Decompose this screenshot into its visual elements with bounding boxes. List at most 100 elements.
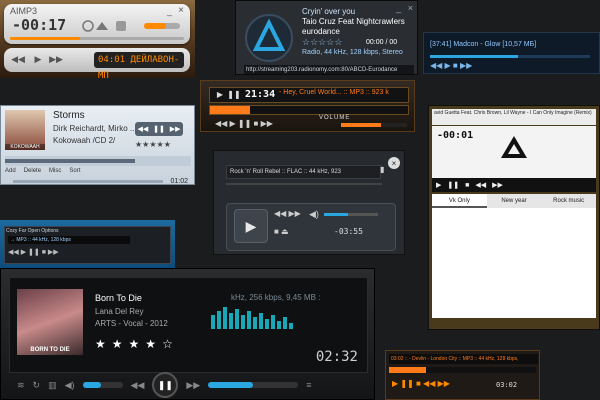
time-display: -00:17: [12, 16, 67, 34]
time-display: 02:32: [315, 349, 358, 365]
transport-controls[interactable]: ◀◀ ▶ ■ ▶▶: [430, 61, 472, 70]
aimp-large-dark-player: BORN TO DIE Born To Die Lana Del Rey ART…: [0, 268, 375, 400]
prev-next-controls[interactable]: ◀◀ ▶▶: [274, 209, 301, 218]
time-readout: 00:00 / 00: [366, 39, 398, 46]
tab-rock-music[interactable]: Rock music: [541, 194, 596, 208]
time-display: 21:34: [245, 89, 276, 100]
transport-controls[interactable]: ▶ ❚❚ ■ ◀◀ ▶▶: [432, 178, 596, 192]
equalizer-icon[interactable]: ▥: [48, 380, 57, 391]
wifi-icon[interactable]: ≋: [17, 380, 25, 391]
close-icon[interactable]: ×: [388, 157, 400, 169]
rating-stars[interactable]: ☆☆☆☆☆: [302, 37, 342, 48]
pause-button: ❚❚: [153, 126, 165, 133]
seek-bar[interactable]: [226, 183, 382, 185]
volume-bar[interactable]: [341, 123, 407, 127]
aimp-light-player: KOKOWAAH Storms Dirk Reichardt, Mirko ..…: [0, 105, 195, 185]
volume-bar[interactable]: [82, 382, 123, 388]
transport-controls[interactable]: ◀◀ ▶ ❚❚ ■ ▶▶: [215, 119, 273, 128]
window-header: avid Guetta Feat. Chris Brown, Lil Wayne…: [432, 109, 596, 125]
star[interactable]: ★: [129, 337, 146, 351]
silver-controls: ◀◀ ▶ ▶▶ 04:01 ДЕЙЛАВОН-МП: [4, 48, 190, 78]
transport-controls[interactable]: ◀◀ ❚❚ ▶▶: [135, 122, 183, 136]
volume-label: VOLUME: [319, 115, 351, 121]
star[interactable]: ★: [95, 337, 112, 351]
tab-vk-only[interactable]: Vk Only: [432, 194, 487, 208]
minimize-icon[interactable]: _: [396, 3, 401, 13]
aimp-blue-strip-player: Cozy Far Open Options → MP3 :: 44 kHz, 1…: [0, 220, 175, 270]
repeat-icon[interactable]: ↻: [33, 380, 41, 391]
seek-fill: [430, 55, 518, 58]
seek-bar[interactable]: [10, 37, 184, 40]
window-title: Cozy Far Open Options: [6, 228, 59, 234]
playlist-area[interactable]: [432, 208, 596, 318]
track-header: avid Guetta Feat. Chris Brown, Lil Wayne…: [434, 110, 592, 116]
rating-stars[interactable]: ★★★★★: [135, 140, 171, 149]
aimp-orange-player: ▶ ❚❚ 21:34 - Hey, Cruel World... :: MP3 …: [200, 80, 415, 132]
pin-icon[interactable]: ▮: [380, 165, 384, 174]
track-genre: eurodance: [302, 27, 340, 36]
close-icon[interactable]: ×: [178, 5, 184, 16]
volume-bar[interactable]: [324, 213, 378, 216]
star: ☆: [334, 37, 343, 47]
seek-bar[interactable]: [13, 180, 163, 183]
seek-fill: [10, 37, 80, 40]
stream-url: http://streaming203.radionomy.com:80/ABC…: [244, 65, 414, 74]
seek-bar[interactable]: [208, 382, 299, 388]
time-display: -00:01: [437, 130, 474, 141]
menu-delete[interactable]: Delete: [24, 168, 41, 178]
rating-stars[interactable]: ★★★★☆: [95, 337, 179, 351]
prev-button[interactable]: ◀◀: [10, 51, 26, 67]
menu-misc[interactable]: Misc: [49, 168, 61, 178]
star: ☆: [318, 37, 327, 47]
play-button[interactable]: ▶: [234, 209, 268, 243]
seek-bar[interactable]: [430, 55, 590, 58]
app-title: AIMP3: [10, 6, 38, 16]
star: ☆: [326, 37, 335, 47]
transport-controls[interactable]: ◀◀ ▶ ❚❚ ■ ▶▶: [8, 248, 59, 256]
close-icon[interactable]: ×: [408, 3, 413, 13]
pause-button[interactable]: ❚❚: [227, 89, 241, 99]
stream-info: Radio, 44 kHz, 128 kbps, Stereo: [302, 49, 403, 56]
menu-sort[interactable]: Sort: [69, 168, 80, 178]
prev-button: ◀◀: [475, 182, 487, 189]
pause-button[interactable]: ❚❚: [152, 372, 179, 398]
speaker-icon[interactable]: ◀): [65, 380, 75, 391]
stream-info: kHz, 256 kbps, 9,45 MB :: [231, 293, 321, 302]
elapsed-time: 01:02: [170, 178, 188, 185]
prev-button[interactable]: ◀◀: [131, 380, 145, 391]
star[interactable]: ★: [112, 337, 129, 351]
seek-fill: [210, 106, 250, 114]
stop-eject-controls[interactable]: ■ ⏏: [274, 227, 289, 236]
track-title: Born To Die: [95, 293, 142, 303]
menu-add[interactable]: Add: [5, 168, 16, 178]
volume-bar[interactable]: [5, 156, 191, 166]
play-button[interactable]: ▶: [213, 89, 227, 99]
lcd-time: 04:01: [98, 55, 126, 65]
aimp-dark-grey-player: Rock 'n' Roll Rebel :: FLAC :: 44 kHz, 9…: [213, 150, 405, 255]
next-button[interactable]: ▶▶: [186, 380, 200, 391]
play-button[interactable]: ▶: [30, 51, 46, 67]
aimp-logo-icon: [245, 14, 293, 62]
aimp-mini-orange-player: 03:02 :: - Devlin - London City :: MP3 :…: [385, 350, 540, 400]
transport-controls[interactable]: ▶ ❚❚ ■ ◀◀ ▶▶: [392, 379, 450, 388]
track-genre: ARTS - Vocal - 2012: [95, 319, 168, 328]
tab-new-year[interactable]: New year: [487, 194, 542, 208]
lcd-info: → MP3 :: 44 kHz, 128 kbps: [8, 236, 130, 244]
track-album: Kokowaah /CD 2/: [53, 136, 116, 145]
seek-bar[interactable]: [209, 105, 409, 115]
repeat-icon: [82, 20, 94, 32]
star[interactable]: ★: [145, 337, 162, 351]
star[interactable]: ☆: [162, 337, 179, 351]
speaker-icon[interactable]: ◀): [309, 209, 319, 220]
next-button[interactable]: ▶▶: [48, 51, 64, 67]
volume-fill: [82, 382, 101, 388]
menu-icon[interactable]: ≡: [306, 380, 311, 390]
aimp-logo-icon: [501, 136, 527, 158]
equalizer-icon: [116, 21, 126, 31]
seek-bar[interactable]: [389, 367, 536, 373]
minimize-icon[interactable]: _: [167, 6, 172, 16]
prev-button: ◀◀: [137, 126, 149, 133]
track-marquee: 03:02 :: - Devlin - London City :: MP3 :…: [389, 354, 538, 364]
aimp3-silver-player: AIMP3 _ × -00:17 ◀◀ ▶ ▶▶ 04:01 ДЕЙЛАВОН-…: [0, 0, 195, 78]
cover-label: BORN TO DIE: [30, 347, 70, 353]
